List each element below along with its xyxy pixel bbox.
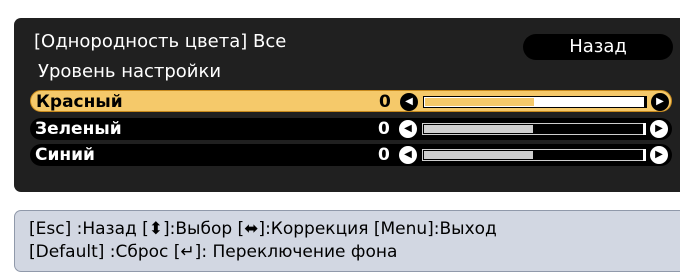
adjustment-menu-panel: [Однородность цвета] Все Уровень настрой…	[14, 18, 680, 192]
row-red[interactable]: Красный 0 ◀ ▶	[30, 90, 672, 112]
row-label: Зеленый	[35, 119, 122, 139]
slider-end-mark	[643, 123, 646, 135]
left-arrow-icon[interactable]: ◀	[399, 120, 417, 138]
row-green[interactable]: Зеленый 0 ◀ ▶	[30, 118, 672, 140]
back-button[interactable]: Назад	[523, 34, 673, 60]
right-arrow-icon[interactable]: ▶	[650, 120, 668, 138]
slider-fill	[424, 125, 533, 133]
help-bar: [Esc] :Назад [⬍]:Выбор [⬌]:Коррекция [Me…	[14, 210, 680, 272]
slider-track[interactable]	[422, 123, 646, 135]
menu-title: [Однородность цвета] Все	[34, 31, 287, 52]
right-arrow-icon[interactable]: ▶	[651, 93, 669, 111]
slider-track[interactable]	[423, 96, 647, 108]
help-line-reset: [Default] :Сброс [↵]: Переключение фона	[29, 242, 398, 262]
slider-fill	[425, 98, 534, 106]
right-arrow-icon[interactable]: ▶	[650, 146, 668, 164]
row-value: 0	[378, 145, 390, 165]
row-value: 0	[379, 92, 391, 112]
help-line-navigation: [Esc] :Назад [⬍]:Выбор [⬌]:Коррекция [Me…	[29, 219, 497, 239]
row-label: Красный	[36, 92, 123, 112]
slider-fill	[424, 151, 533, 159]
row-blue[interactable]: Синий 0 ◀ ▶	[30, 144, 672, 166]
slider-end-mark	[644, 96, 647, 108]
left-arrow-icon[interactable]: ◀	[400, 93, 418, 111]
slider-end-mark	[643, 149, 646, 161]
left-arrow-icon[interactable]: ◀	[399, 146, 417, 164]
menu-subtitle: Уровень настройки	[38, 61, 222, 82]
slider-track[interactable]	[422, 149, 646, 161]
row-label: Синий	[35, 145, 95, 165]
row-value: 0	[378, 119, 390, 139]
